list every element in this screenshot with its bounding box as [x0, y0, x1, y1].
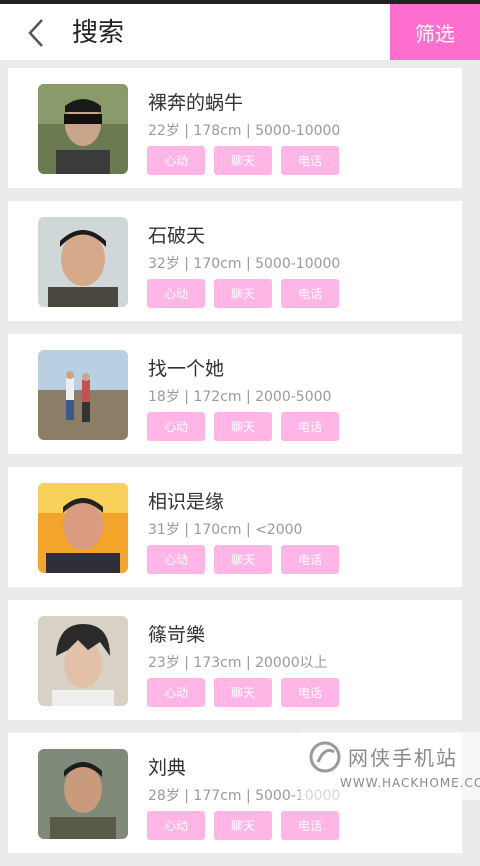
action-row: 心动 聊天 电话 [147, 678, 339, 707]
profile-name: 刘典 [148, 757, 187, 779]
page-title: 搜索 [72, 18, 125, 48]
avatar[interactable] [38, 84, 128, 174]
watermark-url: WWW.HACKHOME.COM [340, 776, 480, 790]
action-row: 心动 聊天 电话 [147, 146, 339, 175]
phone-button[interactable]: 电话 [281, 279, 339, 308]
chat-button[interactable]: 聊天 [214, 811, 272, 840]
avatar[interactable] [38, 350, 128, 440]
watermark-name: 网侠手机站 [348, 746, 458, 770]
profile-card[interactable]: 相识是缘 31岁 | 170cm | <2000 心动 聊天 电话 [8, 467, 462, 587]
profile-info: 31岁 | 170cm | <2000 [148, 522, 303, 538]
profile-name: 石破天 [148, 225, 206, 247]
like-button[interactable]: 心动 [147, 678, 205, 707]
action-row: 心动 聊天 电话 [147, 545, 339, 574]
chevron-left-icon [28, 19, 43, 47]
chat-button[interactable]: 聊天 [214, 678, 272, 707]
profile-card[interactable]: 裸奔的蜗牛 22岁 | 178cm | 5000-10000 心动 聊天 电话 [8, 68, 462, 188]
like-button[interactable]: 心动 [147, 412, 205, 441]
profile-info: 22岁 | 178cm | 5000-10000 [148, 123, 341, 139]
avatar[interactable] [38, 483, 128, 573]
like-button[interactable]: 心动 [147, 545, 205, 574]
phone-button[interactable]: 电话 [281, 412, 339, 441]
phone-button[interactable]: 电话 [281, 811, 339, 840]
profile-info: 23岁 | 173cm | 20000以上 [148, 655, 328, 671]
like-button[interactable]: 心动 [147, 146, 205, 175]
profile-name: 篠岢樂 [148, 624, 206, 646]
chat-button[interactable]: 聊天 [214, 545, 272, 574]
like-button[interactable]: 心动 [147, 279, 205, 308]
avatar[interactable] [38, 749, 128, 839]
avatar[interactable] [38, 217, 128, 307]
phone-button[interactable]: 电话 [281, 545, 339, 574]
like-button[interactable]: 心动 [147, 811, 205, 840]
watermark: 网侠手机站 WWW.HACKHOME.COM [300, 732, 480, 800]
profile-name: 相识是缘 [148, 491, 225, 513]
phone-button[interactable]: 电话 [281, 678, 339, 707]
action-row: 心动 聊天 电话 [147, 811, 339, 840]
site-logo-icon [309, 741, 341, 773]
profile-info: 32岁 | 170cm | 5000-10000 [148, 256, 341, 272]
profile-name: 裸奔的蜗牛 [148, 92, 244, 114]
profile-card[interactable]: 找一个她 18岁 | 172cm | 2000-5000 心动 聊天 电话 [8, 334, 462, 454]
profile-card[interactable]: 石破天 32岁 | 170cm | 5000-10000 心动 聊天 电话 [8, 201, 462, 321]
filter-button[interactable]: 筛选 [390, 4, 480, 60]
top-bar: 搜索 筛选 [0, 0, 480, 60]
phone-button[interactable]: 电话 [281, 146, 339, 175]
profile-info: 18岁 | 172cm | 2000-5000 [148, 389, 332, 405]
chat-button[interactable]: 聊天 [214, 412, 272, 441]
action-row: 心动 聊天 电话 [147, 412, 339, 441]
chat-button[interactable]: 聊天 [214, 146, 272, 175]
back-button[interactable] [22, 18, 50, 48]
profile-name: 找一个她 [148, 358, 225, 380]
profile-card[interactable]: 篠岢樂 23岁 | 173cm | 20000以上 心动 聊天 电话 [8, 600, 462, 720]
chat-button[interactable]: 聊天 [214, 279, 272, 308]
action-row: 心动 聊天 电话 [147, 279, 339, 308]
avatar[interactable] [38, 616, 128, 706]
